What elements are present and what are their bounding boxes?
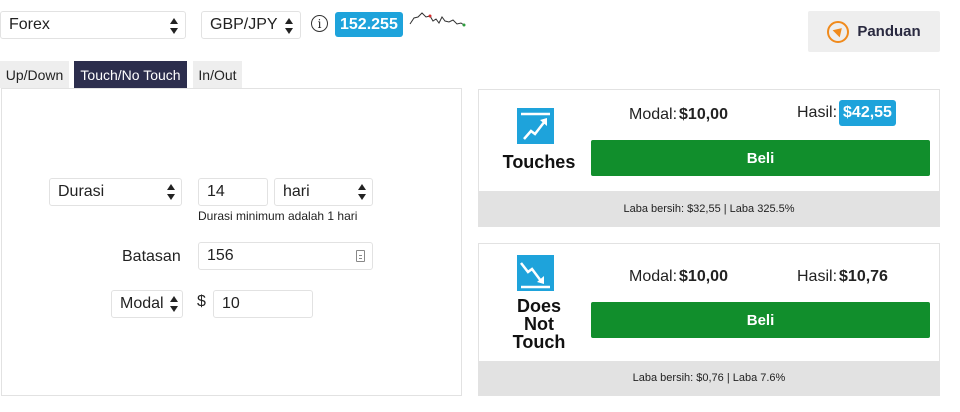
payout-row: Hasil: $42,55 <box>797 100 896 126</box>
payout-label: Hasil: <box>797 268 838 285</box>
stake-label: Modal: <box>629 268 678 285</box>
payout-row: Hasil: $10,76 <box>797 268 888 286</box>
option-card-does-not-touch: Does Not Touch Modal: $10,00 Hasil: $10,… <box>478 243 940 396</box>
profit-footer: Laba bersih: $0,76 | Laba 7.6% <box>479 361 939 395</box>
asset-select[interactable]: GBP/JPY <box>201 11 301 39</box>
select-arrows-icon <box>285 18 293 34</box>
stake-row: Modal: $10,00 <box>629 268 728 286</box>
option-title-line: Not <box>524 314 554 334</box>
stepper-icon[interactable] <box>356 250 365 262</box>
option-title-line: Does <box>516 296 561 316</box>
spot-price-badge: 152.255 <box>335 12 403 37</box>
compass-icon <box>827 20 850 43</box>
barrier-input[interactable]: 156 <box>198 242 373 270</box>
stake-row: Modal: $10,00 <box>629 106 728 124</box>
amount-type-select[interactable]: Modal <box>111 290 183 318</box>
barrier-value: 156 <box>207 247 234 264</box>
barrier-label: Batasan <box>122 248 181 265</box>
amount-input[interactable]: 10 <box>213 290 313 318</box>
currency-symbol: $ <box>197 293 206 310</box>
tab-in-out[interactable]: In/Out <box>193 61 242 88</box>
duration-unit-select[interactable]: hari <box>274 178 373 206</box>
payout-value: $42,55 <box>839 100 896 126</box>
stake-value: $10,00 <box>679 106 728 123</box>
stake-value: $10,00 <box>679 268 728 285</box>
option-title: Does Not Touch <box>497 297 581 351</box>
duration-value: 14 <box>207 183 225 200</box>
price-sparkline <box>409 12 466 27</box>
duration-type-select[interactable]: Durasi <box>49 178 182 206</box>
select-arrows-icon <box>358 184 366 200</box>
tab-up-down[interactable]: Up/Down <box>0 61 69 88</box>
tab-touch-no-touch[interactable]: Touch/No Touch <box>74 61 187 88</box>
option-title-line: Touch <box>512 332 566 352</box>
asset-select-value: GBP/JPY <box>210 16 278 33</box>
duration-value-input[interactable]: 14 <box>198 178 268 206</box>
trade-form-panel: Durasi 14 hari Durasi minimum adalah 1 h… <box>1 88 462 396</box>
amount-value: 10 <box>222 295 240 312</box>
payout-label: Hasil: <box>797 104 838 121</box>
market-select[interactable]: Forex <box>0 11 186 39</box>
stake-label: Modal: <box>629 106 678 123</box>
info-icon[interactable]: i <box>311 15 328 32</box>
option-title: Touches <box>502 152 576 172</box>
buy-button[interactable]: Beli <box>591 302 930 338</box>
select-arrows-icon <box>167 184 175 200</box>
duration-type-value: Durasi <box>58 183 105 200</box>
does-not-touch-icon <box>517 255 554 291</box>
guide-button[interactable]: Panduan <box>808 11 940 52</box>
buy-button[interactable]: Beli <box>591 140 930 176</box>
select-arrows-icon <box>170 18 178 34</box>
duration-unit-value: hari <box>283 183 310 200</box>
duration-hint: Durasi minimum adalah 1 hari <box>198 209 358 223</box>
market-select-value: Forex <box>9 16 50 33</box>
amount-type-value: Modal <box>120 295 164 312</box>
payout-value: $10,76 <box>839 268 888 285</box>
profit-footer: Laba bersih: $32,55 | Laba 325.5% <box>479 191 939 226</box>
guide-button-label: Panduan <box>857 23 921 40</box>
select-arrows-icon <box>170 296 178 312</box>
option-card-touches: Touches Modal: $10,00 Hasil: $42,55 Beli… <box>478 89 940 227</box>
touches-icon <box>517 108 554 144</box>
